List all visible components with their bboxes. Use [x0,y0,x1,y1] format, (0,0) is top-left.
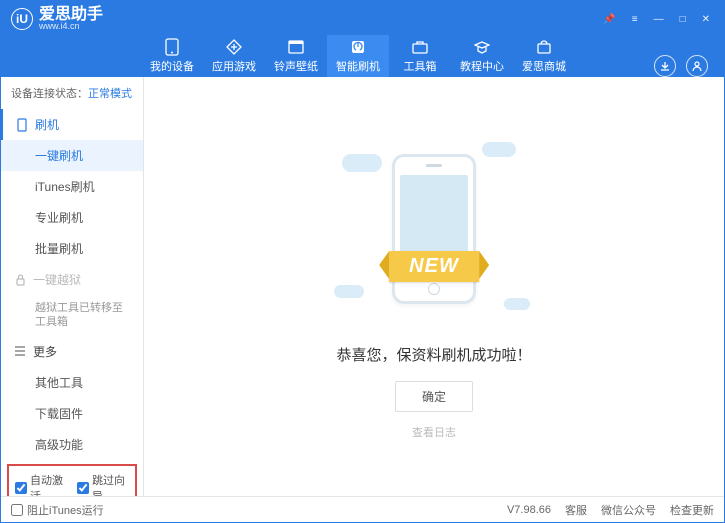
app-window: iU 爱思助手 www.i4.cn 📌 ≡ — □ ✕ 我的设备 [0,0,725,523]
body: 设备连接状态：正常模式 刷机 一键刷机 iTunes刷机 专业刷机 批量刷机 一… [1,77,724,496]
nav-label: 教程中心 [460,58,504,74]
sidebar-item-batch-flash[interactable]: 批量刷机 [1,233,143,264]
logo-icon: iU [11,8,33,30]
success-illustration: NEW [324,134,544,324]
phone-small-icon [15,118,29,132]
nav-label: 智能刷机 [336,58,380,74]
close-button[interactable]: ✕ [698,14,714,25]
view-log-link[interactable]: 查看日志 [412,424,456,440]
group-label: 更多 [33,343,57,360]
minimize-button[interactable]: — [650,14,668,25]
user-button[interactable] [686,55,708,77]
checkbox-label: 自动激活 [30,472,67,496]
nav-tab-apps[interactable]: 应用游戏 [203,35,265,77]
nav-row: 我的设备 应用游戏 铃声壁纸 智能刷机 工具箱 [1,31,724,77]
support-link[interactable]: 客服 [565,502,587,518]
sidebar-group-more[interactable]: 更多 [1,336,143,367]
checkbox-label: 阻止iTunes运行 [27,502,104,518]
footer: 阻止iTunes运行 V7.98.66 客服 微信公众号 检查更新 [1,496,724,522]
ok-button[interactable]: 确定 [395,381,473,412]
nav-tabs: 我的设备 应用游戏 铃声壁纸 智能刷机 工具箱 [141,35,575,77]
maximize-button[interactable]: □ [676,14,690,25]
title-bar: iU 爱思助手 www.i4.cn 📌 ≡ — □ ✕ [1,1,724,31]
options-box: 自动激活 跳过向导 [7,464,137,496]
app-url: www.i4.cn [39,22,103,32]
sidebar-item-itunes-flash[interactable]: iTunes刷机 [1,171,143,202]
update-link[interactable]: 检查更新 [670,502,714,518]
sidebar: 设备连接状态：正常模式 刷机 一键刷机 iTunes刷机 专业刷机 批量刷机 一… [1,77,144,496]
group-label: 一键越狱 [33,271,81,288]
wechat-link[interactable]: 微信公众号 [601,502,656,518]
nav-tab-tutorials[interactable]: 教程中心 [451,35,513,77]
header: iU 爱思助手 www.i4.cn 📌 ≡ — □ ✕ 我的设备 [1,1,724,77]
lock-icon [13,274,27,286]
success-message: 恭喜您，保资料刷机成功啦！ [336,344,531,365]
wallpaper-icon [287,38,305,56]
apps-icon [225,38,243,56]
sidebar-item-oneclick-flash[interactable]: 一键刷机 [1,140,143,171]
store-icon [535,38,553,56]
sidebar-item-advanced[interactable]: 高级功能 [1,429,143,460]
checkbox-input[interactable] [11,504,23,516]
status-value: 正常模式 [88,88,132,100]
checkbox-label: 跳过向导 [92,472,129,496]
logo-area: iU 爱思助手 www.i4.cn [11,6,103,31]
checkbox-auto-activate[interactable]: 自动激活 [15,472,67,496]
download-button[interactable] [654,55,676,77]
download-icon [659,60,671,72]
version-label: V7.98.66 [507,504,551,516]
flash-icon [349,38,367,56]
sidebar-group-jailbreak[interactable]: 一键越狱 [1,264,143,295]
tutorial-icon [473,38,491,56]
nav-label: 铃声壁纸 [274,58,318,74]
new-ribbon: NEW [389,251,479,282]
nav-tab-toolbox[interactable]: 工具箱 [389,35,451,77]
checkbox-input[interactable] [77,482,89,494]
toolbox-icon [411,38,429,56]
header-right [654,55,714,77]
sidebar-item-other-tools[interactable]: 其他工具 [1,367,143,398]
nav-label: 爱思商城 [522,58,566,74]
nav-tab-store[interactable]: 爱思商城 [513,35,575,77]
connection-status: 设备连接状态：正常模式 [1,77,143,109]
footer-right: V7.98.66 客服 微信公众号 检查更新 [507,502,714,518]
checkbox-input[interactable] [15,482,27,494]
sidebar-item-download-firmware[interactable]: 下载固件 [1,398,143,429]
more-icon [13,346,27,356]
sidebar-item-pro-flash[interactable]: 专业刷机 [1,202,143,233]
group-label: 刷机 [35,116,59,133]
sidebar-group-flash[interactable]: 刷机 [1,109,143,140]
nav-tab-ringtones[interactable]: 铃声壁纸 [265,35,327,77]
checkbox-skip-guide[interactable]: 跳过向导 [77,472,129,496]
pin-button[interactable]: 📌 [599,14,619,25]
nav-label: 应用游戏 [212,58,256,74]
checkbox-block-itunes[interactable]: 阻止iTunes运行 [11,502,104,518]
menu-button[interactable]: ≡ [628,14,642,25]
jailbreak-note: 越狱工具已转移至工具箱 [1,295,143,336]
nav-tab-flash[interactable]: 智能刷机 [327,35,389,77]
phone-icon [163,38,181,56]
nav-label: 我的设备 [150,58,194,74]
nav-label: 工具箱 [404,58,437,74]
window-controls: 📌 ≡ — □ ✕ [599,14,714,25]
status-label: 设备连接状态： [11,88,88,100]
main-content: NEW 恭喜您，保资料刷机成功啦！ 确定 查看日志 [144,77,724,496]
user-icon [691,60,703,72]
nav-tab-devices[interactable]: 我的设备 [141,35,203,77]
